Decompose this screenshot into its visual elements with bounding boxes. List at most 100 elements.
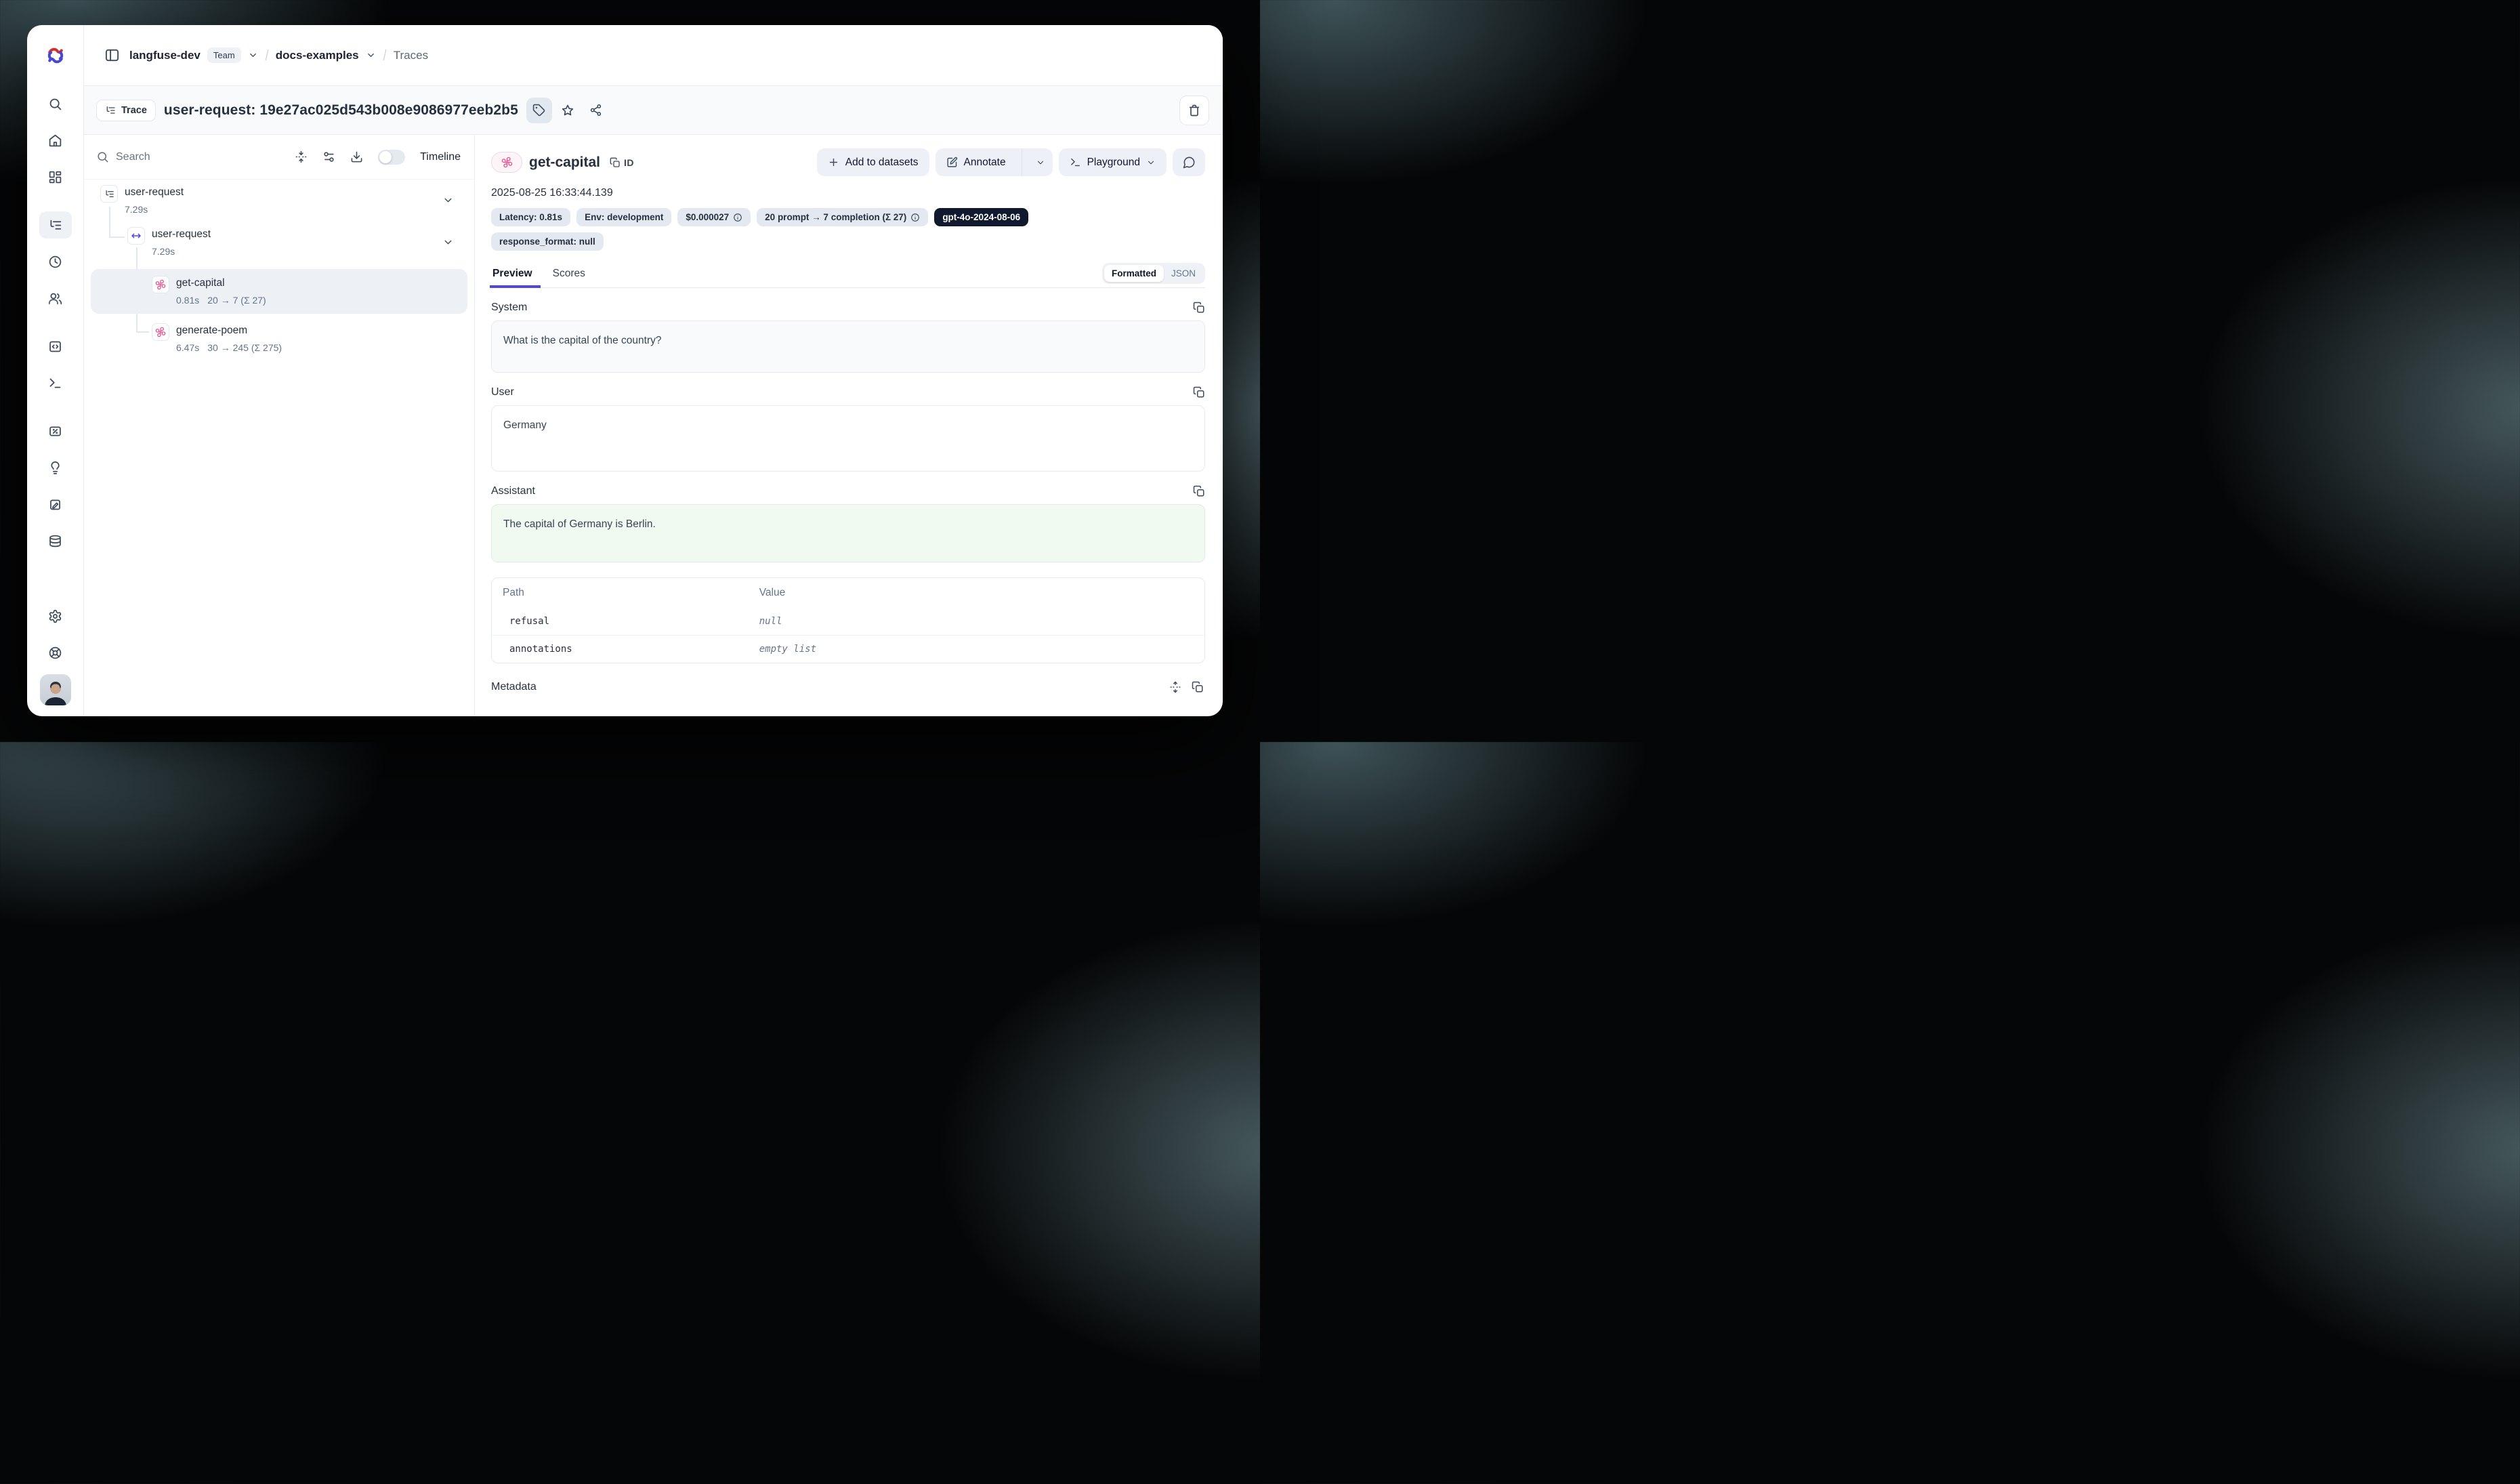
top-bar: langfuse-dev Team / docs-examples / Trac… — [84, 25, 1223, 86]
output-details-table: Path Value refusal null annotations empt… — [491, 577, 1205, 663]
user-label: User — [491, 386, 514, 398]
tab-scores[interactable]: Scores — [551, 268, 587, 288]
terminal-icon — [48, 376, 62, 390]
breadcrumb-project[interactable]: langfuse-dev — [129, 49, 201, 62]
user-section-header: User — [491, 386, 1205, 398]
observation-timestamp: 2025-08-25 16:33:44.139 — [491, 187, 1205, 199]
trash-icon — [1188, 104, 1201, 117]
search-icon — [96, 150, 109, 163]
latency-badge: Latency: 0.81s — [491, 208, 570, 226]
sidebar-item-users[interactable] — [39, 285, 72, 312]
copy-metadata-button[interactable] — [1192, 681, 1204, 693]
tab-preview[interactable]: Preview — [491, 268, 534, 288]
playground-button[interactable]: Playground — [1059, 148, 1167, 176]
share-button[interactable] — [583, 98, 609, 123]
observation-actions: Add to datasets Annotate — [817, 148, 1205, 176]
generation-node-icon-box — [152, 276, 169, 293]
trace-title: user-request: 19e27ac025d543b008e9086977… — [164, 102, 518, 119]
chevron-down-icon — [248, 50, 258, 60]
environment-selector-chevron[interactable] — [366, 50, 376, 60]
assistant-message-box: The capital of Germany is Berlin. — [491, 504, 1205, 562]
openai-pinwheel-icon — [155, 327, 166, 337]
collapse-all-button[interactable] — [295, 150, 308, 163]
sidebar-item-prompts[interactable] — [39, 333, 72, 360]
unfold-vertical-icon — [1169, 681, 1181, 693]
move-horizontal-icon — [131, 230, 142, 241]
copy-system-button[interactable] — [1193, 302, 1205, 314]
model-badge: gpt-4o-2024-08-06 — [934, 208, 1028, 226]
sidebar-item-datasets[interactable] — [39, 527, 72, 554]
sidebar-item-settings[interactable] — [39, 602, 72, 630]
project-team-badge[interactable]: Team — [207, 47, 241, 63]
download-icon — [350, 150, 363, 163]
column-header-path: Path — [492, 578, 749, 608]
node-duration: 7.29s — [125, 203, 148, 216]
tag-button[interactable] — [526, 98, 552, 123]
assistant-section-header: Assistant — [491, 485, 1205, 497]
tree-search-input[interactable] — [116, 151, 217, 163]
copy-id-button[interactable]: ID — [610, 157, 634, 168]
node-collapse-chevron[interactable] — [442, 194, 454, 206]
sidebar-item-evaluation[interactable] — [39, 417, 72, 445]
copy-user-button[interactable] — [1193, 386, 1205, 398]
sidebar-item-dashboards[interactable] — [39, 163, 72, 190]
annotate-button[interactable]: Annotate — [936, 148, 1015, 176]
format-option-formatted[interactable]: Formatted — [1104, 265, 1164, 282]
cost-badge: $0.000027 — [677, 208, 751, 226]
project-selector-chevron[interactable] — [248, 50, 258, 60]
sidebar-item-judge[interactable] — [39, 454, 72, 481]
bookmark-star-button[interactable] — [555, 98, 581, 123]
openai-pinwheel-icon — [501, 157, 513, 168]
token-usage-value: 20 prompt → 7 completion (Σ 27) — [765, 212, 906, 222]
assistant-label: Assistant — [491, 485, 535, 497]
star-icon — [561, 104, 574, 117]
breadcrumb: langfuse-dev Team / docs-examples / Trac… — [129, 47, 428, 64]
clipboard-pen-icon — [48, 497, 62, 512]
annotate-dropdown-chevron[interactable] — [1028, 148, 1053, 176]
avatar-photo — [42, 678, 69, 705]
tree-node-span[interactable]: user-request 7.29s — [84, 227, 469, 258]
delete-trace-button[interactable] — [1179, 96, 1209, 125]
user-avatar[interactable] — [40, 674, 71, 705]
node-name: generate-poem — [176, 323, 282, 338]
sidebar-toggle-button[interactable] — [104, 47, 120, 63]
sidebar-item-search[interactable] — [39, 90, 72, 117]
timeline-toggle[interactable] — [378, 150, 405, 165]
span-node-icon-box — [127, 227, 145, 245]
tree-settings-button[interactable] — [322, 150, 335, 163]
tree-node-generation-get-capital[interactable]: get-capital 0.81s 20 → 7 (Σ 27) — [84, 276, 469, 307]
toggle-knob — [379, 151, 392, 163]
chevron-down-icon — [442, 236, 454, 248]
cost-value: $0.000027 — [686, 212, 729, 222]
sidebar-item-annotation[interactable] — [39, 491, 72, 518]
breadcrumb-environment[interactable]: docs-examples — [276, 49, 359, 62]
copy-icon — [1193, 386, 1205, 398]
sidebar-item-tracing[interactable] — [39, 211, 72, 239]
add-to-datasets-button[interactable]: Add to datasets — [817, 148, 929, 176]
list-tree-icon — [104, 189, 114, 199]
column-header-value: Value — [749, 578, 1204, 608]
info-icon — [910, 213, 920, 222]
tree-node-trace[interactable]: user-request 7.29s — [84, 185, 469, 216]
panel-left-icon — [104, 47, 120, 63]
langfuse-logo[interactable] — [27, 25, 83, 86]
format-option-json[interactable]: JSON — [1164, 265, 1203, 282]
list-tree-icon — [105, 105, 116, 116]
file-code-icon — [48, 339, 62, 354]
annotate-split-button: Annotate — [936, 148, 1053, 176]
sidebar-item-playground[interactable] — [39, 369, 72, 396]
expand-metadata-button[interactable] — [1169, 681, 1181, 693]
node-collapse-chevron[interactable] — [442, 236, 454, 248]
comments-button[interactable] — [1173, 148, 1205, 176]
dashboard-grid-icon — [48, 170, 62, 184]
breadcrumb-page-traces[interactable]: Traces — [394, 49, 428, 62]
copy-assistant-button[interactable] — [1193, 485, 1205, 497]
sidebar-item-sessions[interactable] — [39, 248, 72, 275]
table-body: refusal null annotations empty list — [492, 608, 1204, 663]
sidebar-item-home[interactable] — [39, 127, 72, 154]
sidebar-item-support[interactable] — [39, 639, 72, 666]
breadcrumb-separator: / — [265, 47, 268, 64]
download-button[interactable] — [350, 150, 363, 163]
tree-node-generation-generate-poem[interactable]: generate-poem 6.47s 30 → 245 (Σ 275) — [84, 323, 469, 354]
node-name: user-request — [152, 227, 211, 242]
